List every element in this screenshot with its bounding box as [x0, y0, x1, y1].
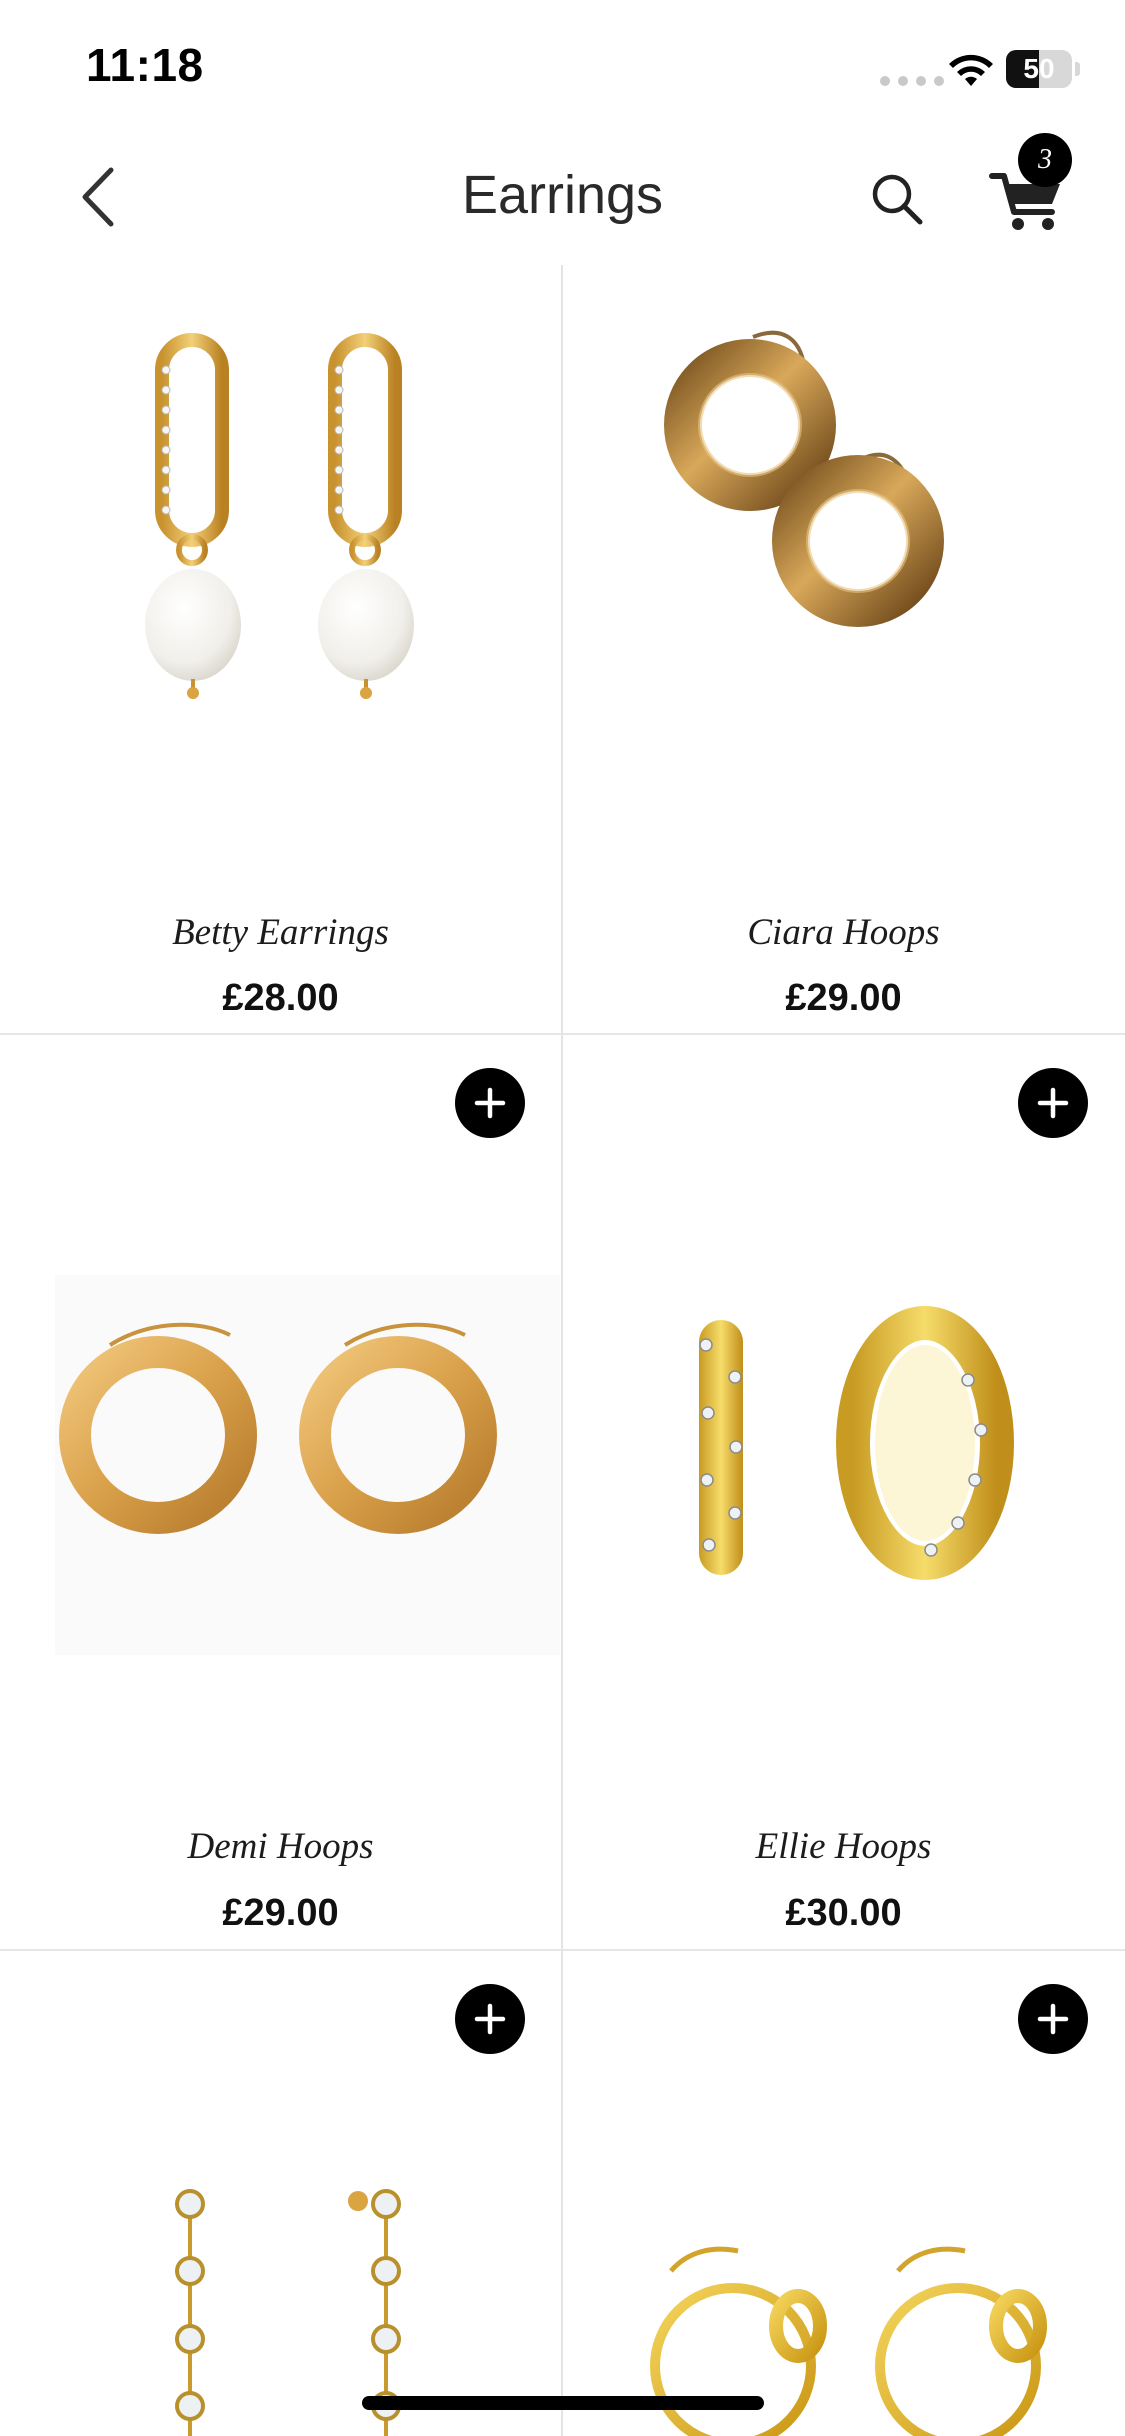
chunky-gold-hoops-image [664, 330, 944, 627]
search-button[interactable] [862, 164, 932, 234]
cellular-signal-icon [880, 76, 944, 86]
plus-icon [1037, 1087, 1069, 1119]
product-name: Betty Earrings [172, 912, 389, 953]
product-price: £29.00 [222, 1892, 339, 1934]
status-time: 11:18 [86, 39, 204, 91]
navigation-bar: Earrings [0, 130, 1125, 265]
add-to-cart-button[interactable] [455, 1984, 525, 2054]
pearl-drop-earrings-image [145, 333, 414, 699]
plus-icon [474, 1087, 506, 1119]
battery-level-text: 50 [1023, 53, 1055, 84]
add-to-cart-button[interactable] [455, 1068, 525, 1138]
product-name: Ciara Hoops [747, 912, 940, 953]
cart-count-badge: 3 [1018, 133, 1072, 187]
home-indicator[interactable] [362, 2396, 764, 2410]
product-card[interactable]: Demi Hoops £29.00 [0, 1035, 561, 1950]
add-to-cart-button[interactable] [1018, 1068, 1088, 1138]
product-price: £29.00 [785, 977, 902, 1019]
product-name: Ellie Hoops [755, 1826, 932, 1867]
battery-icon: 50 [1006, 50, 1080, 88]
search-icon [872, 174, 923, 225]
product-price: £28.00 [222, 977, 339, 1019]
wifi-icon [949, 54, 993, 86]
plus-icon [474, 2003, 506, 2035]
product-card[interactable]: Ellie Hoops £30.00 [563, 1035, 1124, 1950]
product-price: £30.00 [785, 1892, 902, 1934]
product-name: Demi Hoops [187, 1826, 374, 1867]
page-title: Earrings [461, 165, 664, 225]
product-card[interactable] [0, 1951, 561, 2436]
product-card[interactable] [563, 1951, 1124, 2436]
add-to-cart-button[interactable] [1018, 1984, 1088, 2054]
status-bar: 11:18 50 [0, 0, 1125, 130]
plus-icon [1037, 2003, 1069, 2035]
